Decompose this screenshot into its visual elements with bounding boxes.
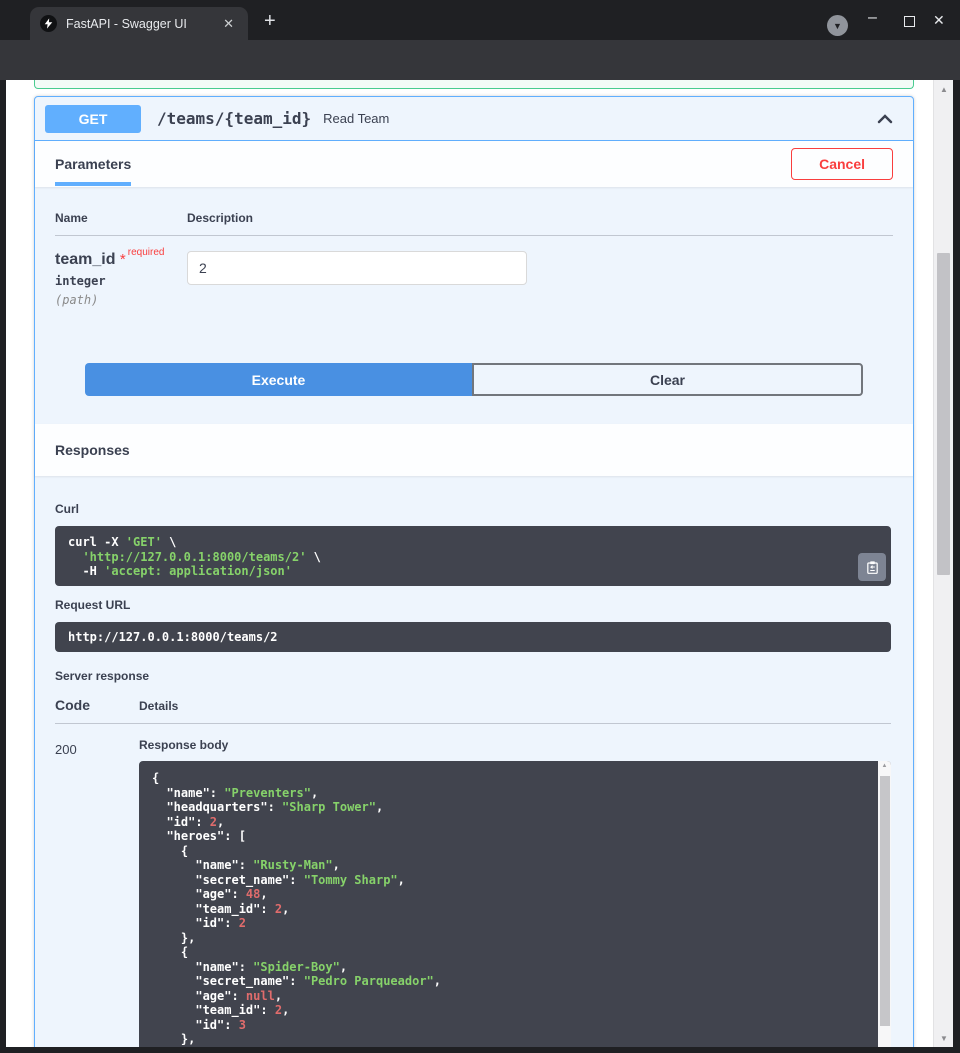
parameters-table-header: Name Description — [55, 211, 893, 236]
required-label: required — [128, 247, 165, 258]
page-scroll-down-icon[interactable]: ▼ — [934, 1034, 954, 1043]
responses-section: Curl curl -X 'GET' \ 'http://127.0.0.1:8… — [35, 476, 913, 1047]
parameters-header-bar: Parameters Cancel — [35, 141, 913, 187]
tab-title: FastAPI - Swagger UI — [66, 17, 219, 31]
code-column-header: Code — [55, 697, 139, 713]
browser-tab[interactable]: FastAPI - Swagger UI ✕ — [30, 7, 248, 40]
minimize-button[interactable]: – — [868, 9, 877, 27]
tab-parameters[interactable]: Parameters — [55, 141, 131, 187]
page-scrollbar[interactable]: ▲ ▼ — [933, 80, 953, 1047]
execute-row: Execute Clear — [85, 363, 863, 396]
cancel-button[interactable]: Cancel — [791, 148, 893, 180]
page-scrollbar-thumb[interactable] — [937, 253, 950, 575]
curl-block: curl -X 'GET' \ 'http://127.0.0.1:8000/t… — [55, 526, 891, 586]
responses-title: Responses — [55, 442, 130, 458]
response-body-block: { "name": "Preventers", "headquarters": … — [139, 761, 891, 1047]
copy-to-clipboard-button[interactable] — [858, 553, 886, 581]
parameter-row: team_id *required integer (path) — [55, 236, 893, 307]
response-body-scrollbar[interactable]: ▲ — [878, 761, 891, 1047]
browser-toolbar: ← → ↻ 127.0.0.1:8000/docs#/default/read_… — [0, 40, 960, 80]
response-scrollbar-thumb[interactable] — [880, 776, 890, 1026]
response-body-label: Response body — [139, 738, 891, 752]
endpoint-path: /teams/{team_id} — [157, 109, 311, 128]
http-method-badge: GET — [45, 105, 141, 133]
maximize-button[interactable] — [904, 16, 915, 27]
window-caret-icon[interactable]: ▼ — [827, 15, 848, 36]
close-window-button[interactable]: ✕ — [933, 12, 945, 29]
endpoint-summary: Read Team — [323, 111, 389, 126]
tab-close-icon[interactable]: ✕ — [219, 16, 238, 32]
request-url-value: http://127.0.0.1:8000/teams/2 — [55, 622, 891, 652]
response-details-cell: Response body { "name": "Preventers", "h… — [139, 738, 891, 1047]
name-column-header: Name — [55, 211, 187, 225]
endpoint-summary-bar[interactable]: GET /teams/{team_id} Read Team — [35, 97, 913, 141]
new-tab-button[interactable]: + — [264, 10, 276, 33]
responses-header-bar: Responses — [35, 424, 913, 476]
execute-button[interactable]: Execute — [85, 363, 472, 396]
required-asterisk: * — [120, 251, 126, 268]
response-table-header: Code Details — [55, 697, 891, 724]
scrollbar-up-icon[interactable]: ▲ — [878, 763, 891, 769]
parameter-name: team_id — [55, 251, 115, 268]
parameter-value-cell — [187, 251, 527, 307]
request-url-text: http://127.0.0.1:8000/teams/2 — [68, 630, 278, 644]
parameter-type: integer — [55, 274, 187, 288]
parameter-name-cell: team_id *required integer (path) — [55, 251, 187, 307]
page-viewport: GET /teams/{team_id} Read Team Parameter… — [6, 80, 933, 1047]
team-id-input[interactable] — [187, 251, 527, 285]
page-scroll-up-icon[interactable]: ▲ — [934, 85, 954, 94]
parameters-section: Name Description team_id *required integ… — [35, 187, 913, 396]
clear-button[interactable]: Clear — [472, 363, 863, 396]
collapse-chevron-icon[interactable] — [875, 109, 895, 129]
status-code: 200 — [55, 738, 139, 1047]
curl-command[interactable]: curl -X 'GET' \ 'http://127.0.0.1:8000/t… — [55, 526, 891, 586]
description-column-header: Description — [187, 211, 253, 225]
browser-titlebar: FastAPI - Swagger UI ✕ + ▼ – ✕ — [0, 0, 960, 40]
response-row: 200 Response body { "name": "Preventers"… — [55, 724, 891, 1047]
parameter-location: (path) — [55, 293, 187, 307]
response-body-json[interactable]: { "name": "Preventers", "headquarters": … — [139, 761, 891, 1047]
request-url-label: Request URL — [55, 598, 891, 612]
previous-endpoint-partial — [34, 80, 914, 89]
details-column-header: Details — [139, 699, 178, 713]
curl-label: Curl — [55, 502, 891, 516]
server-response-label: Server response — [55, 669, 891, 683]
fastapi-favicon-icon — [40, 15, 57, 32]
get-endpoint-block: GET /teams/{team_id} Read Team Parameter… — [34, 96, 914, 1047]
